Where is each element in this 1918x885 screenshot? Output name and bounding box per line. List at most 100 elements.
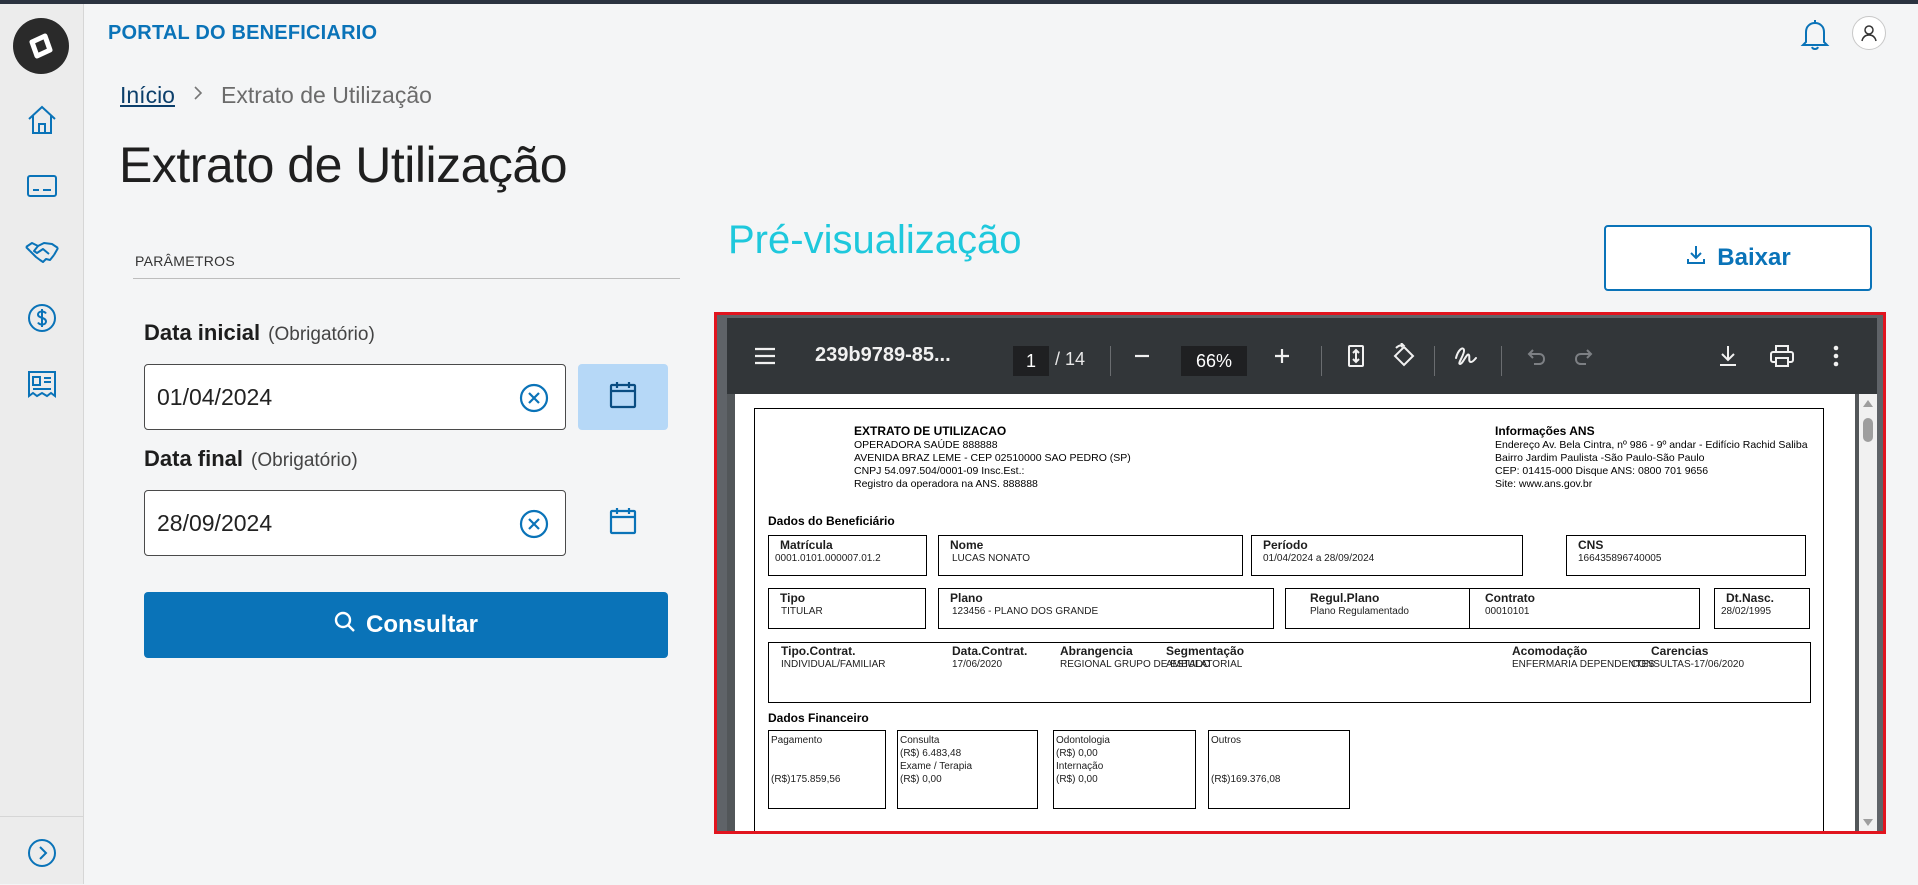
user-avatar-icon[interactable] [1852, 16, 1886, 50]
params-divider [133, 278, 680, 279]
pdf-field-value: 123456 - PLANO DOS GRANDE [952, 606, 1099, 617]
undo-icon[interactable] [1521, 340, 1551, 372]
end-date-input[interactable]: 28/09/2024 [144, 490, 566, 556]
pdf-field-value: (R$) 0,00 [1056, 774, 1098, 785]
pdf-fin-consulta: Consulta (R$) 6.483,48 Exame / Terapia (… [897, 730, 1038, 809]
pdf-field-value: 00010101 [1485, 606, 1530, 617]
pdf-field-value: AMBULATORIAL [1166, 659, 1243, 670]
draw-annotation-icon[interactable] [1451, 340, 1481, 372]
scroll-up-icon[interactable] [1862, 398, 1874, 408]
download-button[interactable]: Baixar [1604, 225, 1872, 291]
breadcrumb-home-link[interactable]: Início [120, 82, 175, 109]
calendar-icon [608, 380, 638, 415]
pdf-field-label: Data.Contrat. [952, 644, 1028, 658]
clear-end-date-icon[interactable] [519, 509, 549, 539]
pdf-operator-line: Registro da operadora na ANS. 888888 [854, 478, 1038, 490]
pdf-field-tipo: Tipo TITULAR [768, 588, 926, 629]
pdf-field-value: 28/02/1995 [1721, 606, 1772, 617]
pdf-field-value: LUCAS NONATO [952, 553, 1030, 564]
pdf-field-label: Regul.Plano [1310, 591, 1380, 605]
start-date-calendar-button[interactable] [578, 364, 668, 430]
pdf-field-dt-nasc: Dt.Nasc. 28/02/1995 [1714, 588, 1810, 629]
print-icon[interactable] [1767, 340, 1797, 372]
pdf-field-contrato: Contrato 00010101 [1469, 588, 1700, 629]
chevron-right-icon [193, 85, 203, 106]
pdf-field-label: Outros [1211, 735, 1242, 746]
dollar-icon[interactable] [22, 298, 62, 338]
handshake-icon[interactable] [22, 232, 62, 272]
pdf-operator-line: CNPJ 54.097.504/0001-09 Insc.Est.: [854, 465, 1025, 477]
pdf-field-value: 0001.0101.000007.01.2 [775, 553, 881, 564]
scroll-down-icon[interactable] [1862, 818, 1874, 828]
pdf-scroll-thumb[interactable] [1863, 418, 1873, 442]
pdf-field-label: Nome [950, 538, 984, 552]
pdf-field-value: INDIVIDUAL/FAMILIAR [781, 659, 886, 670]
start-date-value[interactable]: 01/04/2024 [157, 384, 272, 411]
card-icon[interactable] [22, 166, 62, 206]
pdf-viewer: 239b9789-85... 1 / 14 66% EXTRATO DE UTI… [714, 312, 1886, 834]
pdf-field-label: Tipo.Contrat. [781, 644, 856, 658]
app-title: PORTAL DO BENEFICIARIO [108, 22, 378, 44]
rotate-icon[interactable] [1389, 340, 1419, 372]
pdf-content-area[interactable]: EXTRATO DE UTILIZACAO OPERADORA SAÚDE 88… [727, 394, 1877, 831]
pdf-field-value: 17/06/2020 [952, 659, 1003, 670]
pdf-title: EXTRATO DE UTILIZACAO [854, 424, 1007, 438]
redo-icon[interactable] [1569, 340, 1599, 372]
toolbar-divider [1110, 346, 1111, 376]
pdf-operator-line: OPERADORA SAÚDE 888888 [854, 439, 998, 451]
pdf-field-label: Plano [950, 591, 983, 605]
pdf-field-value: (R$) 0,00 [1056, 748, 1098, 759]
pdf-field-label: Consulta [900, 735, 940, 746]
params-section-label: PARÂMETROS [135, 253, 235, 269]
zoom-out-icon[interactable] [1127, 340, 1157, 372]
sidebar-divider [0, 816, 84, 817]
pdf-field-label: Segmentação [1166, 644, 1245, 658]
pdf-document-name: 239b9789-85... [815, 344, 951, 366]
end-date-value[interactable]: 28/09/2024 [157, 510, 272, 537]
fit-page-icon[interactable] [1341, 340, 1371, 372]
download-button-label: Baixar [1717, 244, 1791, 271]
totvs-logo-icon[interactable] [13, 18, 69, 74]
pdf-fin-outros: Outros (R$)169.376,08 [1208, 730, 1350, 809]
pdf-field-label: CNS [1578, 538, 1604, 552]
pdf-ans-line: Endereço Av. Bela Cintra, nº 986 - 9º an… [1495, 439, 1808, 451]
start-date-input[interactable]: 01/04/2024 [144, 364, 566, 430]
pdf-scrollbar[interactable] [1859, 394, 1877, 831]
clear-start-date-icon[interactable] [519, 383, 549, 413]
menu-icon[interactable] [749, 340, 781, 372]
pdf-field-label: Dt.Nasc. [1726, 591, 1775, 605]
pdf-page-input[interactable]: 1 [1013, 346, 1049, 376]
end-date-calendar-button[interactable] [578, 490, 668, 556]
page-title: Extrato de Utilização [119, 137, 568, 193]
sidebar [0, 4, 84, 884]
pdf-toolbar: 239b9789-85... 1 / 14 66% [727, 318, 1877, 394]
zoom-in-icon[interactable] [1267, 340, 1297, 372]
receipt-icon[interactable] [22, 364, 62, 404]
pdf-field-matricula: Matrícula 0001.0101.000007.01.2 [768, 535, 927, 576]
expand-sidebar-icon[interactable] [22, 833, 62, 873]
pdf-download-icon[interactable] [1713, 340, 1743, 372]
consultar-button-label: Consultar [365, 611, 478, 638]
pdf-field-label: Exame / Terapia [900, 761, 973, 772]
window-top-bar [0, 0, 1918, 4]
pdf-field-value: CONSULTAS-17/06/2020 [1631, 659, 1745, 670]
toolbar-divider [1321, 346, 1322, 376]
pdf-field-value: (R$)169.376,08 [1211, 774, 1281, 785]
pdf-fin-pagamento: Pagamento (R$)175.859,56 [768, 730, 886, 809]
breadcrumb: Início Extrato de Utilização [120, 82, 432, 109]
toolbar-divider [1434, 346, 1435, 376]
pdf-zoom-input[interactable]: 66% [1181, 346, 1247, 376]
search-icon [334, 611, 356, 640]
home-icon[interactable] [22, 100, 62, 140]
end-date-label-text: Data final [144, 446, 244, 471]
calendar-icon [608, 506, 638, 541]
start-date-required-hint: (Obrigatório) [268, 324, 375, 345]
start-date-label: Data inicial (Obrigatório) [144, 320, 375, 346]
download-icon [1685, 244, 1707, 273]
pdf-field-value: TITULAR [781, 606, 823, 617]
notifications-bell-icon[interactable] [1797, 16, 1833, 52]
pdf-field-periodo: Período 01/04/2024 a 28/09/2024 [1251, 535, 1523, 576]
toolbar-divider [1501, 346, 1502, 376]
consultar-button[interactable]: Consultar [144, 592, 668, 658]
more-options-icon[interactable] [1821, 340, 1851, 372]
